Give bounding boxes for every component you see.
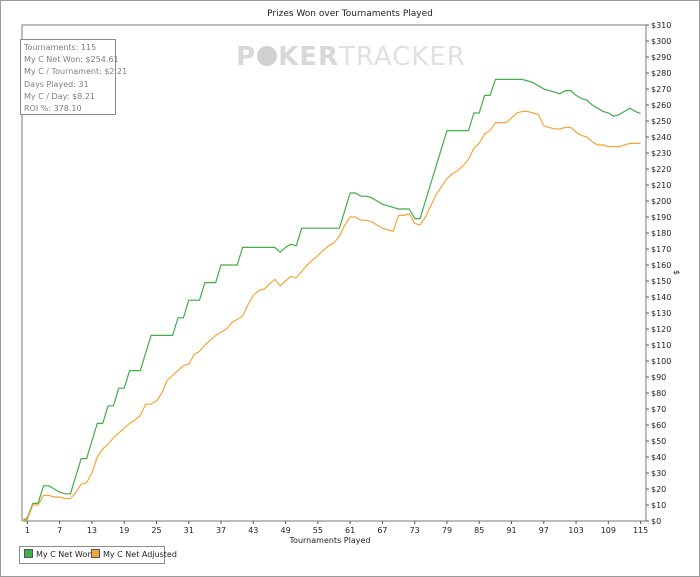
y-tick-label: $190	[651, 213, 671, 222]
x-tick-label: 25	[151, 526, 161, 535]
y-tick-label: $280	[651, 69, 671, 78]
y-tick-label: $300	[651, 37, 671, 46]
y-tick-label: $120	[651, 325, 671, 334]
stat-roi: ROI %: 378.10	[24, 104, 82, 114]
x-axis-title: Tournaments Played	[289, 536, 371, 545]
x-tick-label: 115	[633, 526, 648, 535]
y-tick-label: $200	[651, 197, 671, 206]
x-tick-label: 31	[184, 526, 194, 535]
y-tick-label: $210	[651, 181, 671, 190]
x-tick-label: 79	[442, 526, 452, 535]
x-tick-label: 67	[377, 526, 387, 535]
x-tick-label: 1	[25, 526, 30, 535]
x-tick-label: 97	[539, 526, 549, 535]
y-tick-label: $310	[651, 21, 671, 30]
stat-tournaments: Tournaments: 115	[24, 43, 97, 52]
y-tick-label: $60	[651, 421, 666, 430]
y-tick-label: $10	[651, 501, 666, 510]
x-tick-label: 73	[410, 526, 420, 535]
x-tick-label: 109	[601, 526, 616, 535]
y-tick-label: $160	[651, 261, 671, 270]
legend-item-net-won: My C Net Won	[24, 549, 92, 559]
y-tick-label: $240	[651, 133, 671, 142]
y-tick-label: $70	[651, 405, 666, 414]
x-tick-label: 37	[216, 526, 226, 535]
y-tick-label: $180	[651, 229, 671, 238]
y-tick-label: $170	[651, 245, 671, 254]
x-tick-label: 13	[87, 526, 97, 535]
legend-swatch-net-adjusted	[91, 549, 100, 558]
legend-item-net-adjusted: My C Net Adjusted	[91, 549, 177, 559]
stat-per-day: My C / Day: $8.21	[24, 91, 95, 101]
y-tick-label: $110	[651, 341, 671, 350]
y-tick-label: $260	[651, 101, 671, 110]
legend: My C Net Won My C Net Adjusted	[19, 546, 177, 564]
y-tick-label: $250	[651, 117, 671, 126]
stats-summary-box: Tournaments: 115 My C Net Won: $254.61 M…	[20, 39, 128, 115]
series-line-net-adjusted	[21, 110, 641, 522]
x-tick-label: 85	[474, 526, 484, 535]
x-tick-label: 91	[506, 526, 516, 535]
y-tick-label: $80	[651, 389, 666, 398]
y-tick-label: $130	[651, 309, 671, 318]
x-tick-label: 19	[119, 526, 129, 535]
y-tick-label: $30	[651, 469, 666, 478]
x-tick-label: 103	[568, 526, 583, 535]
y-tick-label: $90	[651, 373, 666, 382]
x-tick-label: 55	[313, 526, 323, 535]
y-tick-label: $0	[651, 517, 661, 526]
y-axis-title: $	[672, 269, 682, 276]
y-tick-label: $20	[651, 485, 666, 494]
y-tick-label: $40	[651, 453, 666, 462]
y-tick-label: $150	[651, 277, 671, 286]
stat-per-tournament: My C / Tournament: $2.21	[24, 67, 128, 77]
x-tick-label: 49	[280, 526, 290, 535]
x-tick-label: 61	[345, 526, 355, 535]
stat-days-played: Days Played: 31	[24, 79, 89, 89]
y-tick-label: $50	[651, 437, 666, 446]
stat-net-won: My C Net Won: $254.61	[24, 55, 119, 65]
legend-swatch-net-won	[24, 549, 33, 558]
series-line-net-won	[21, 78, 641, 522]
y-tick-label: $230	[651, 149, 671, 158]
y-tick-label: $100	[651, 357, 671, 366]
y-tick-label: $290	[651, 53, 671, 62]
y-tick-label: $220	[651, 165, 671, 174]
y-tick-label: $270	[651, 85, 671, 94]
x-tick-label: 7	[57, 526, 62, 535]
y-tick-label: $140	[651, 293, 671, 302]
x-tick-label: 43	[248, 526, 258, 535]
